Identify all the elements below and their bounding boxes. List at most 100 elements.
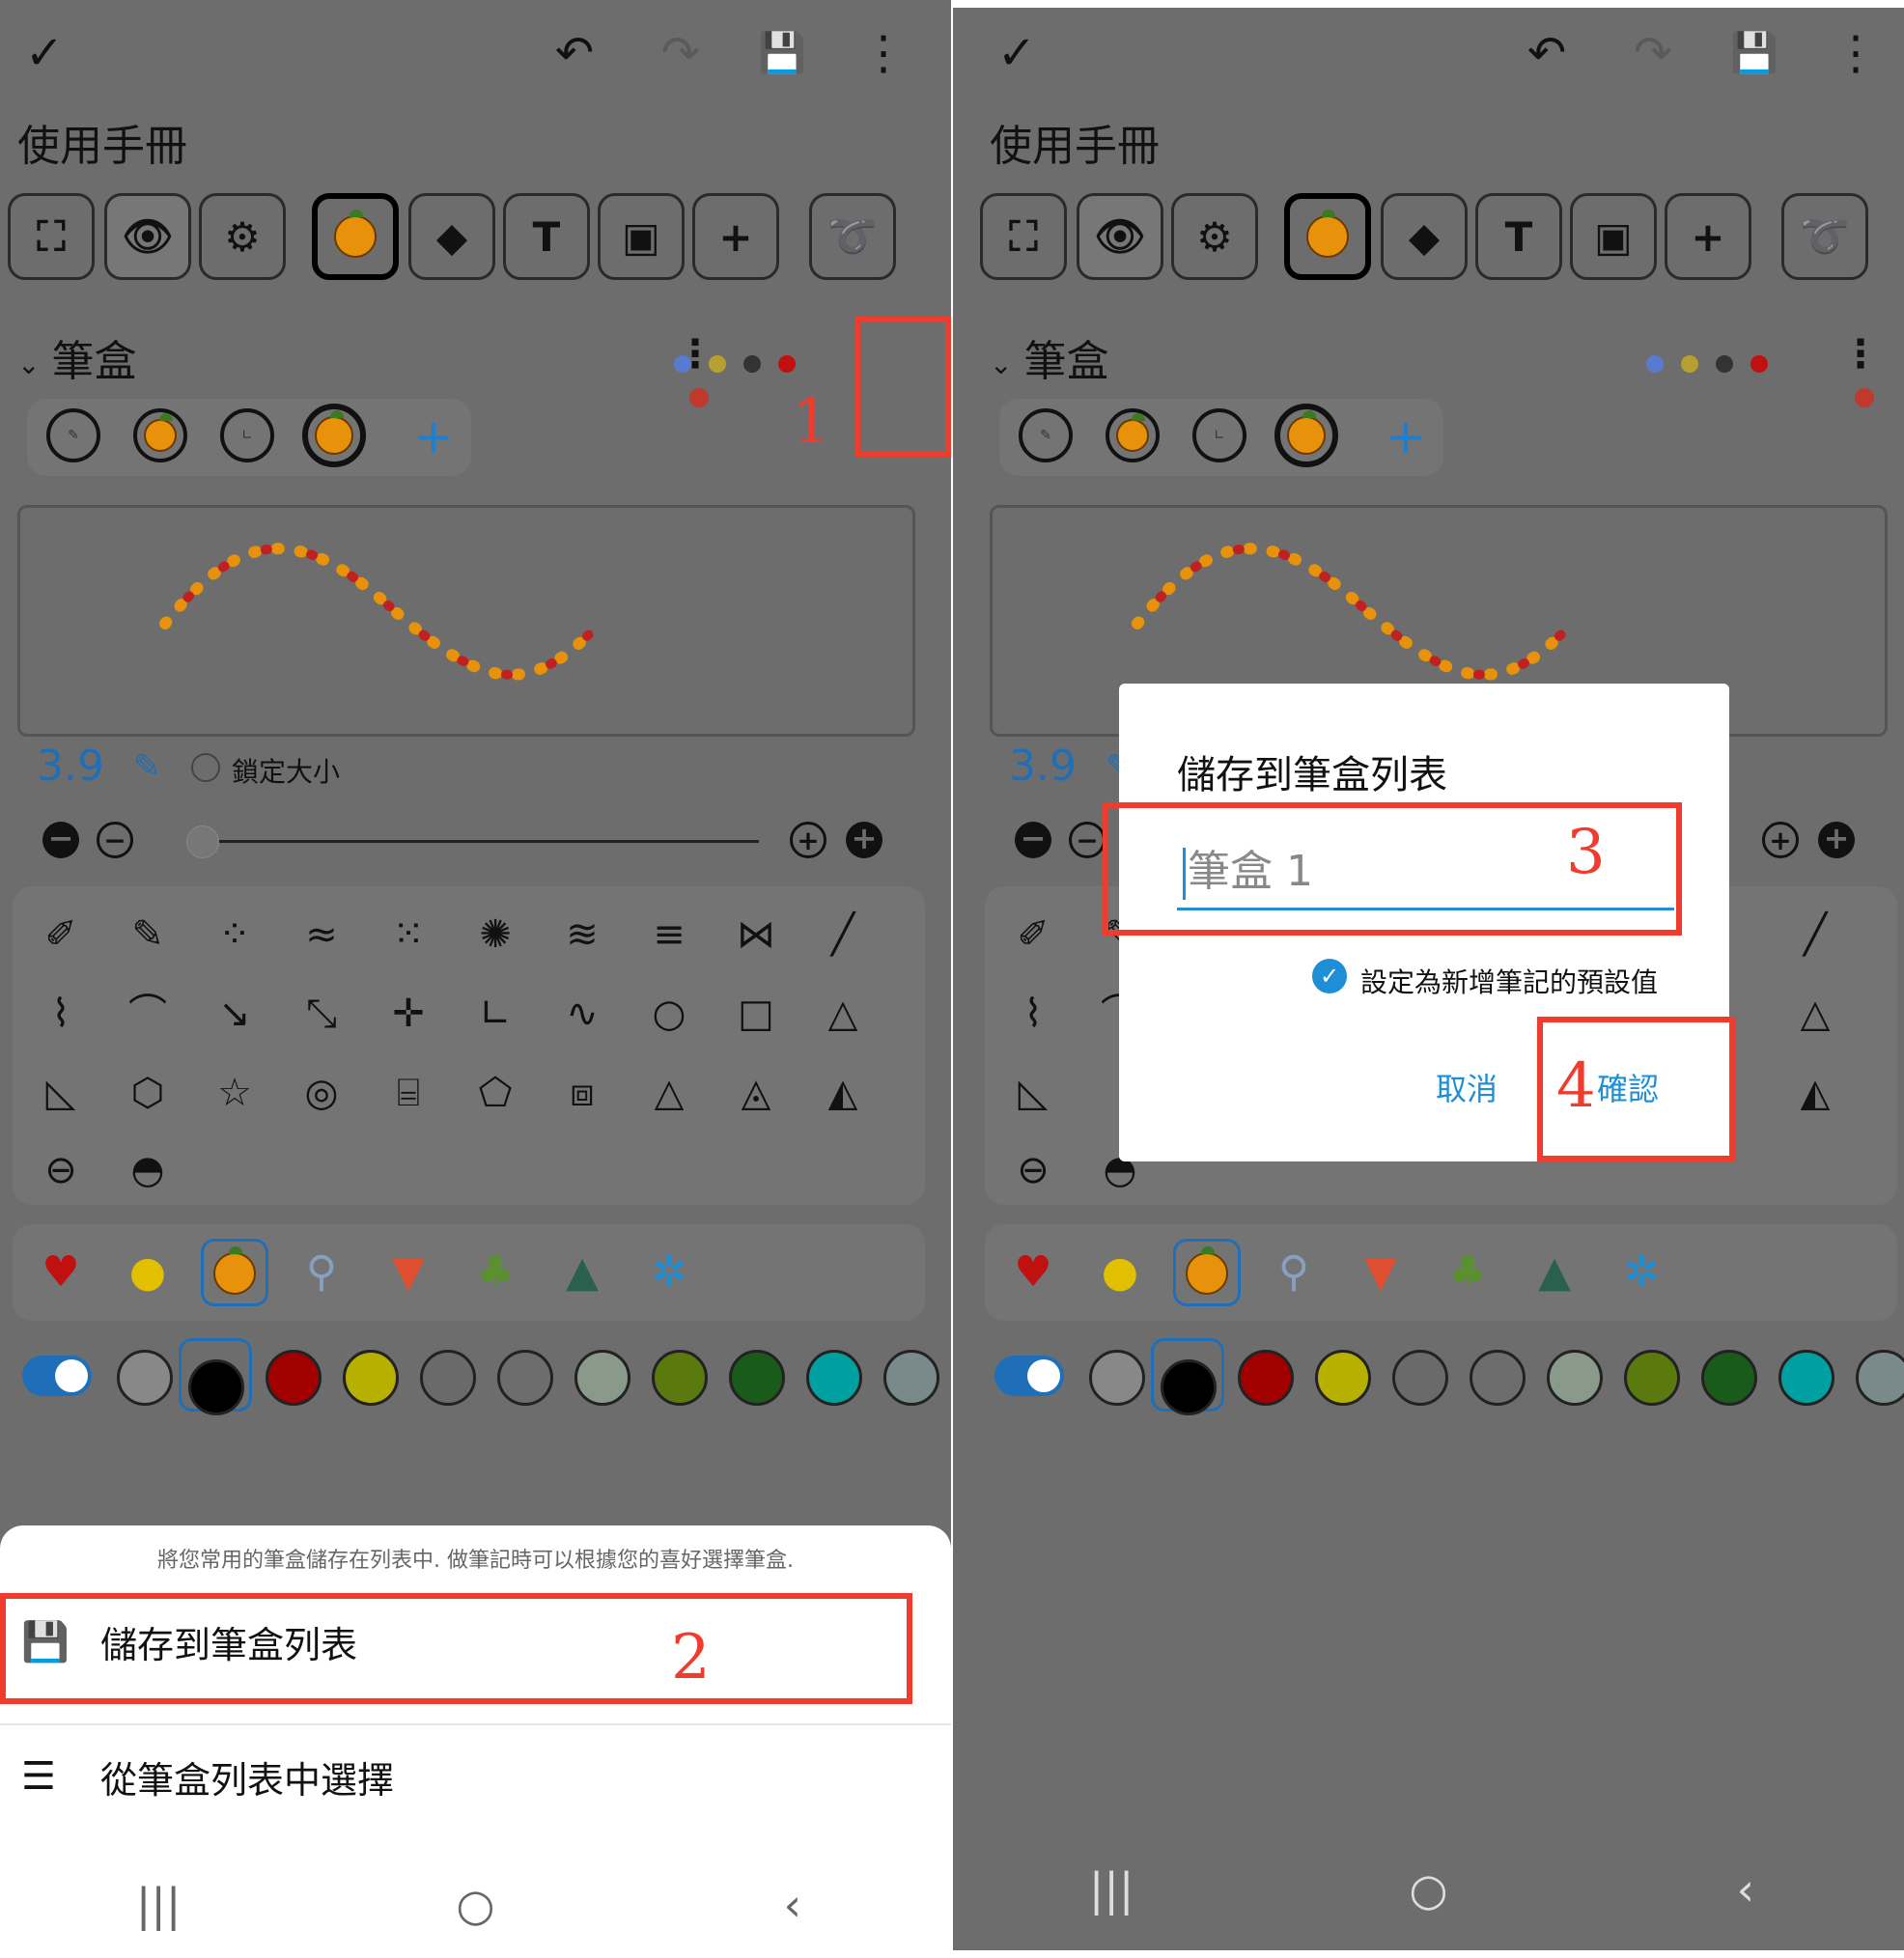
edit-pencil-icon[interactable]: ✎ (133, 747, 161, 786)
shape-triangle-icon[interactable]: △ (809, 985, 877, 1043)
color-swatch-white[interactable] (497, 1350, 553, 1406)
pen-box-header[interactable]: ⌄ 筆盒 (17, 326, 136, 388)
increase-large-icon[interactable]: + (1818, 822, 1855, 858)
color-swatch-gray[interactable] (420, 1350, 476, 1406)
stamp-tree-icon[interactable]: ♣ (1434, 1239, 1501, 1306)
back-icon[interactable]: ‹ (1707, 1863, 1784, 1916)
shape-arrow-icon[interactable]: ↘ (201, 985, 268, 1043)
brush-fountain-icon[interactable]: ✐ (999, 906, 1067, 964)
stamp-heart-icon[interactable]: ♥ (999, 1239, 1067, 1306)
shape-arc-icon[interactable]: ⌒ (114, 985, 182, 1043)
more-icon[interactable]: ⋮ (1827, 24, 1885, 82)
stamp-pine-icon[interactable]: ▲ (1521, 1239, 1588, 1306)
eye-tool-icon[interactable]: 👁 (104, 193, 191, 280)
stamp-icepop-icon[interactable]: ▼ (375, 1239, 442, 1306)
image-tool-icon[interactable]: ▣ (1570, 193, 1657, 280)
color-swatch-green[interactable] (1701, 1350, 1757, 1406)
color-swatch-teal[interactable] (806, 1350, 862, 1406)
shape-star-icon[interactable]: ☆ (201, 1064, 268, 1122)
add-pen-icon[interactable]: + (1386, 408, 1426, 464)
size-value[interactable]: 3.9 (1009, 741, 1077, 791)
shape-right-triangle-icon[interactable]: ◺ (27, 1064, 95, 1122)
pen-item-marker[interactable]: ✎ (1019, 408, 1073, 462)
pen-box-more-icon[interactable]: ⋮ (1841, 335, 1880, 407)
pen-item-orange[interactable] (1106, 408, 1160, 462)
add-pen-icon[interactable]: + (413, 408, 454, 464)
text-tool-icon[interactable]: T (1475, 193, 1562, 280)
color-swatch-white[interactable] (1470, 1350, 1526, 1406)
stamp-balloon-icon[interactable]: ● (1086, 1239, 1154, 1306)
color-swatch-sage[interactable] (574, 1350, 630, 1406)
redo-icon[interactable]: ↷ (1624, 24, 1682, 82)
pen-box-more-icon[interactable]: ⋮ (676, 335, 714, 407)
color-picker-icon[interactable] (1089, 1350, 1145, 1406)
decrease-large-icon[interactable]: − (42, 822, 79, 858)
color-swatch-slate[interactable] (1856, 1350, 1904, 1406)
stamp-heart-icon[interactable]: ♥ (27, 1239, 95, 1306)
fullscreen-tool-icon[interactable]: ⛶ (8, 193, 95, 280)
save-icon[interactable]: 💾 (753, 24, 811, 82)
color-swatch-black[interactable] (188, 1359, 244, 1415)
brush-fountain-icon[interactable]: ✐ (27, 906, 95, 964)
color-swatch-green[interactable] (729, 1350, 785, 1406)
shape-tetra-icon[interactable]: ◭ (1781, 1064, 1849, 1122)
shape-hexagon-icon[interactable]: ⬡ (114, 1064, 182, 1122)
increase-small-icon[interactable]: + (790, 822, 826, 858)
size-value[interactable]: 3.9 (37, 741, 104, 791)
color-swatch-teal[interactable] (1778, 1350, 1834, 1406)
shape-prism-icon[interactable]: ⬠ (462, 1064, 529, 1122)
brush-squiggle-icon[interactable]: ≈ (288, 906, 355, 964)
undo-icon[interactable]: ↶ (1518, 24, 1576, 82)
shape-hemisphere-icon[interactable]: ◓ (114, 1141, 182, 1199)
lock-size-radio[interactable] (191, 753, 220, 782)
stamp-lollipop-icon[interactable]: ⚲ (1260, 1239, 1328, 1306)
lasso-tool-icon[interactable]: ➰ (1781, 193, 1868, 280)
brush-dots-icon[interactable]: ⁙ (375, 906, 442, 964)
color-swatch-yellow[interactable] (1315, 1350, 1371, 1406)
brush-bow-icon[interactable]: ⋈ (722, 906, 790, 964)
increase-large-icon[interactable]: + (846, 822, 882, 858)
home-icon[interactable]: ○ (1389, 1863, 1467, 1916)
shape-corner-icon[interactable]: ∟ (462, 985, 529, 1043)
eraser-tool-icon[interactable]: ◆ (1381, 193, 1468, 280)
add-tool-icon[interactable]: + (1665, 193, 1751, 280)
color-toggle[interactable] (22, 1356, 92, 1396)
shape-tetra-icon[interactable]: ◭ (809, 1064, 877, 1122)
eye-tool-icon[interactable]: 👁 (1077, 193, 1163, 280)
color-swatch-red[interactable] (1238, 1350, 1294, 1406)
stamp-lollipop-icon[interactable]: ⚲ (288, 1239, 355, 1306)
stamp-orange-icon[interactable] (201, 1239, 268, 1306)
add-tool-icon[interactable]: + (692, 193, 779, 280)
shape-square-icon[interactable]: □ (722, 985, 790, 1043)
pen-item-ruler[interactable]: ∟ (1192, 408, 1246, 462)
color-picker-icon[interactable] (117, 1350, 173, 1406)
color-swatch-olive[interactable] (1624, 1350, 1680, 1406)
cancel-button[interactable]: 取消 (1436, 1065, 1498, 1109)
check-icon[interactable]: ✓ (988, 24, 1046, 82)
stamp-balloon-icon[interactable]: ● (114, 1239, 182, 1306)
color-swatch-olive[interactable] (652, 1350, 708, 1406)
shape-triangle-icon[interactable]: △ (1781, 985, 1849, 1043)
shape-wave-icon[interactable]: ∿ (548, 985, 616, 1043)
shape-zigzag-icon[interactable]: ⌇ (27, 985, 95, 1043)
increase-small-icon[interactable]: + (1762, 822, 1799, 858)
brush-marker-icon[interactable]: ✎ (114, 906, 182, 964)
image-tool-icon[interactable]: ▣ (598, 193, 685, 280)
shape-cylinder-icon[interactable]: ⌸ (375, 1064, 442, 1122)
decrease-small-icon[interactable]: − (1069, 822, 1106, 858)
lasso-tool-icon[interactable]: ➰ (809, 193, 896, 280)
shape-ring-icon[interactable]: ◎ (288, 1064, 355, 1122)
pen-tool-button[interactable] (312, 193, 399, 280)
size-slider-track[interactable] (191, 840, 759, 843)
undo-icon[interactable]: ↶ (546, 24, 603, 82)
stamp-orange-icon[interactable] (1173, 1239, 1241, 1306)
stamp-pine-icon[interactable]: ▲ (548, 1239, 616, 1306)
decrease-large-icon[interactable]: − (1015, 822, 1051, 858)
decrease-small-icon[interactable]: − (97, 822, 133, 858)
choose-from-pen-box-list[interactable]: ☰ 從筆盒列表中選擇 (0, 1723, 951, 1830)
color-swatch-slate[interactable] (883, 1350, 939, 1406)
default-checkbox[interactable]: ✓ (1312, 959, 1347, 993)
brush-line-icon[interactable]: ╱ (809, 906, 877, 964)
back-icon[interactable]: ‹ (754, 1879, 831, 1931)
brush-dashed-icon[interactable]: ⁘ (201, 906, 268, 964)
